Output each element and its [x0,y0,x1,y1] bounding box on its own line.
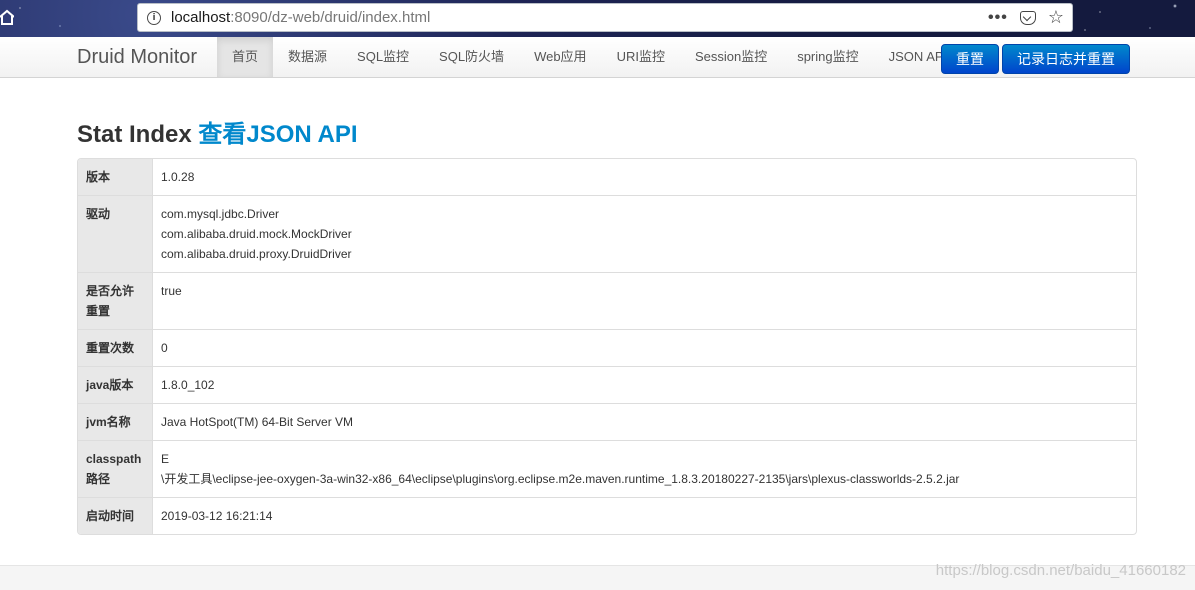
page-title-text: Stat Index [77,121,192,148]
url-actions: ••• ☆ [988,8,1064,27]
table-row: 版本 1.0.28 [78,159,1136,195]
watermark-text: https://blog.csdn.net/baidu_41660182 [935,562,1186,579]
browser-toolbar: i localhost:8090/dz-web/druid/index.html… [0,0,1195,37]
row-value-line: \开发工具\eclipse-jee-oxygen-3a-win32-x86_64… [161,472,960,486]
nav-item-datasource[interactable]: 数据源 [273,37,342,77]
row-value-line: 0 [161,341,168,355]
row-key: 版本 [78,159,152,195]
row-value: com.mysql.jdbc.Driver com.alibaba.druid.… [152,195,1136,272]
more-actions-icon[interactable]: ••• [988,9,1008,26]
nav-item-sql-monitor[interactable]: SQL监控 [342,37,424,77]
table-row: classpath路径 E \开发工具\eclipse-jee-oxygen-3… [78,440,1136,497]
row-value-line: Java HotSpot(TM) 64-Bit Server VM [161,415,354,429]
table-row: 启动时间 2019-03-12 16:21:14 [78,497,1136,534]
nav-item-uri-monitor[interactable]: URI监控 [602,37,680,77]
navbar: Druid Monitor 首页 数据源 SQL监控 SQL防火墙 Web应用 … [0,37,1195,78]
table-row: 重置次数 0 [78,329,1136,366]
row-value: E \开发工具\eclipse-jee-oxygen-3a-win32-x86_… [152,440,1136,497]
row-value-line: com.alibaba.druid.proxy.DruidDriver [161,247,352,261]
row-value: 1.0.28 [152,159,1136,195]
brand-title[interactable]: Druid Monitor [77,46,197,69]
table-row: jvm名称 Java HotSpot(TM) 64-Bit Server VM [78,403,1136,440]
log-and-reset-button[interactable]: 记录日志并重置 [1002,44,1130,74]
row-value: 0 [152,329,1136,366]
row-value-line: com.alibaba.druid.mock.MockDriver [161,227,352,241]
row-key: java版本 [78,366,152,403]
row-value: Java HotSpot(TM) 64-Bit Server VM [152,403,1136,440]
row-value: 1.8.0_102 [152,366,1136,403]
home-icon[interactable] [0,9,14,25]
address-bar[interactable]: i localhost:8090/dz-web/druid/index.html… [137,3,1073,32]
row-key-text: 是否允许重置 [86,284,135,318]
nav-item-home[interactable]: 首页 [217,37,274,77]
nav-menu: 首页 数据源 SQL监控 SQL防火墙 Web应用 URI监控 Session监… [217,37,962,77]
info-icon[interactable]: i [147,10,161,25]
nav-item-web-app[interactable]: Web应用 [519,37,602,77]
stat-table: 版本 1.0.28 驱动 com.mysql.jdbc.Driver com.a… [77,158,1137,535]
table-row: 是否允许重置 true [78,272,1136,329]
row-value-line: com.mysql.jdbc.Driver [161,207,280,221]
url-text[interactable]: localhost:8090/dz-web/druid/index.html [171,9,430,26]
row-key-text: classpath路径 [86,452,142,486]
row-key: 启动时间 [78,497,152,534]
row-value-line: 1.0.28 [161,170,195,184]
page-title: Stat Index 查看JSON API [77,114,358,149]
row-key: jvm名称 [78,403,152,440]
table-row: java版本 1.8.0_102 [78,366,1136,403]
row-key: classpath路径 [78,440,152,497]
view-json-api-link[interactable]: 查看JSON API [198,121,357,148]
url-host: localhost [171,9,231,26]
nav-item-sql-firewall[interactable]: SQL防火墙 [424,37,519,77]
row-key: 重置次数 [78,329,152,366]
pocket-icon[interactable] [1019,10,1036,25]
nav-item-session-monitor[interactable]: Session监控 [680,37,782,77]
bookmark-star-icon[interactable]: ☆ [1048,8,1064,27]
row-key: 是否允许重置 [78,272,152,329]
row-value-line: true [161,284,182,298]
table-row: 驱动 com.mysql.jdbc.Driver com.alibaba.dru… [78,195,1136,272]
row-value: true [152,272,1136,329]
url-path: :8090/dz-web/druid/index.html [230,9,431,26]
reset-button[interactable]: 重置 [941,44,999,74]
row-value: 2019-03-12 16:21:14 [152,497,1136,534]
row-key: 驱动 [78,195,152,272]
row-value-line: 1.8.0_102 [161,378,215,392]
row-value-line: E [161,452,170,466]
nav-item-spring-monitor[interactable]: spring监控 [782,37,873,77]
row-value-line: 2019-03-12 16:21:14 [161,509,273,523]
